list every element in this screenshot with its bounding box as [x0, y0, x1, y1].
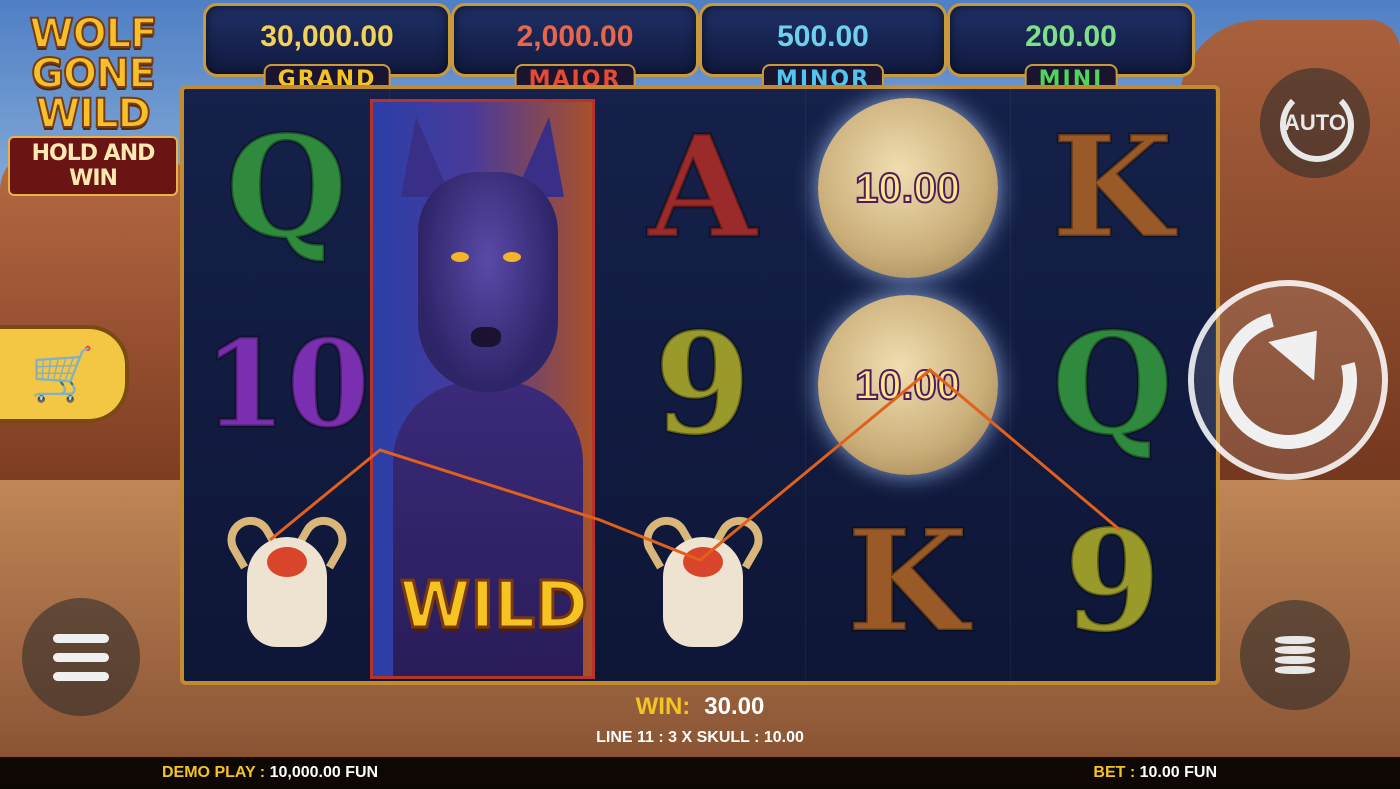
bet-display: BET : 10.00 FUN	[1093, 764, 1217, 782]
bet-label: BET :	[1093, 764, 1136, 781]
payline-11	[269, 368, 1121, 562]
win-label: WIN:	[635, 693, 691, 720]
bet-value: 10.00 FUN	[1139, 764, 1217, 781]
auto-play-button[interactable]: AUTO	[1260, 68, 1370, 178]
coins-stack-icon	[1275, 634, 1315, 676]
demo-label: DEMO PLAY :	[162, 764, 266, 781]
win-display: WIN: 30.00	[0, 693, 1400, 721]
spin-arrow-icon	[1193, 285, 1383, 475]
hamburger-icon	[53, 633, 109, 643]
bottom-status-bar: DEMO PLAY : 10,000.00 FUN BET : 10.00 FU…	[0, 757, 1400, 789]
win-amount: 30.00	[704, 693, 765, 720]
demo-value: 10,000.00 FUN	[269, 764, 379, 781]
spin-button[interactable]	[1188, 280, 1388, 480]
auto-arrow-icon	[1280, 88, 1354, 162]
demo-balance: DEMO PLAY : 10,000.00 FUN	[162, 764, 378, 782]
shop-button[interactable]: 🛒	[0, 325, 129, 423]
win-line-description: LINE 11 : 3 X SKULL : 10.00	[596, 729, 804, 746]
shopping-cart-icon: 🛒	[30, 345, 95, 404]
